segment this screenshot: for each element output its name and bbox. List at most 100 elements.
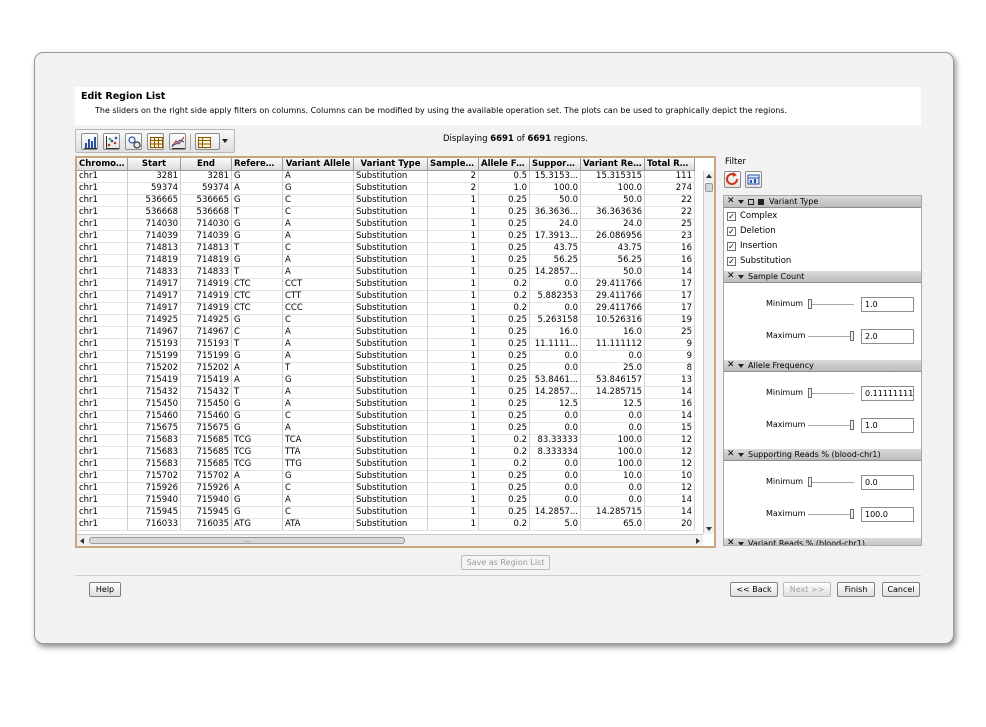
help-button[interactable]: Help	[89, 582, 121, 597]
sample-count-max-input[interactable]: 2.0	[861, 329, 914, 344]
supporting-reads-min-input[interactable]: 0.0	[861, 475, 914, 490]
table-row[interactable]: chr1 714917 714919 CTC CCC Substitution 1 0.2 0.…	[77, 303, 703, 315]
column-header[interactable]: Start	[128, 158, 181, 171]
scroll-down-icon[interactable]	[706, 527, 712, 531]
scroll-right-icon[interactable]	[696, 538, 700, 544]
variant-type-section-header[interactable]: ✕ Variant Type	[724, 196, 921, 208]
chevron-down-icon[interactable]	[222, 139, 228, 143]
horizontal-scroll-thumb[interactable]: ...	[89, 537, 405, 544]
table-row[interactable]: chr1 536665 536665 G C Substitution 1 0.25 50.0 5…	[77, 195, 703, 207]
checkbox-icon[interactable]: ✓	[727, 242, 736, 251]
checkbox-icon[interactable]: ✓	[727, 227, 736, 236]
column-header[interactable]: Reference	[232, 158, 283, 171]
column-header[interactable]: Chromos...	[77, 158, 128, 171]
column-header[interactable]: Total Re...	[645, 158, 695, 171]
sample-count-max-slider[interactable]	[850, 331, 854, 341]
allele-frequency-section-header[interactable]: ✕ Allele Frequency	[724, 360, 921, 372]
bar-chart-icon[interactable]	[81, 133, 98, 150]
sample-count-min-slider[interactable]	[808, 299, 812, 309]
column-header[interactable]: Variant Type	[354, 158, 428, 171]
vertical-scrollbar[interactable]	[703, 171, 714, 534]
finish-button[interactable]: Finish	[837, 582, 875, 597]
table-cell: Substitution	[354, 339, 428, 351]
column-header[interactable]: Variant Allele	[283, 158, 354, 171]
table-row[interactable]: chr1 714833 714833 T A Substitution 1 0.25 14.28…	[77, 267, 703, 279]
table-row[interactable]: chr1 536668 536668 T C Substitution 1 0.25 36.36…	[77, 207, 703, 219]
allele-frequency-max-slider[interactable]	[850, 420, 854, 430]
table-row[interactable]: chr1 714030 714030 G A Substitution 1 0.25 24.0 2…	[77, 219, 703, 231]
table-row[interactable]: chr1 714967 714967 C A Substitution 1 0.25 16.0 1…	[77, 327, 703, 339]
save-as-region-list-button[interactable]: Save as Region List	[461, 555, 550, 570]
chevron-down-icon[interactable]	[738, 275, 744, 279]
supporting-reads-min-slider[interactable]	[808, 477, 812, 487]
table-row[interactable]: chr1 715450 715450 G A Substitution 1 0.25 12.5 1…	[77, 399, 703, 411]
allele-frequency-min-input[interactable]: 0.11111111	[861, 386, 914, 401]
chevron-down-icon[interactable]	[738, 542, 744, 545]
checkbox-icon[interactable]: ✓	[727, 257, 736, 266]
close-icon[interactable]: ✕	[727, 360, 735, 371]
supporting-reads-max-slider[interactable]	[850, 509, 854, 519]
profile-plot-icon[interactable]	[169, 133, 186, 150]
select-all-icon[interactable]	[758, 199, 764, 205]
checkbox-icon[interactable]: ✓	[727, 212, 736, 221]
table-row[interactable]: chr1 714917 714919 CTC CTT Substitution 1 0.2 5.…	[77, 291, 703, 303]
table-row[interactable]: chr1 715193 715193 T A Substitution 1 0.25 11.11…	[77, 339, 703, 351]
sample-count-min-input[interactable]: 1.0	[861, 297, 914, 312]
table-row[interactable]: chr1 715419 715419 A G Substitution 1 0.25 53.84…	[77, 375, 703, 387]
table-row[interactable]: chr1 714813 714813 T C Substitution 1 0.25 43.75…	[77, 243, 703, 255]
supporting-reads-max-input[interactable]: 100.0	[861, 507, 914, 522]
filter-settings-icon[interactable]	[745, 171, 762, 188]
close-icon[interactable]: ✕	[727, 271, 735, 282]
table-icon[interactable]	[147, 133, 164, 150]
column-header[interactable]: Sample ...	[428, 158, 479, 171]
chevron-down-icon[interactable]	[738, 364, 744, 368]
table-row[interactable]: chr1 714917 714919 CTC CCT Substitution 1 0.2 0.…	[77, 279, 703, 291]
scroll-up-icon[interactable]	[706, 174, 712, 178]
close-icon[interactable]: ✕	[727, 196, 735, 207]
table-row[interactable]: chr1 715945 715945 G C Substitution 1 0.25 14.28…	[77, 507, 703, 519]
table-row[interactable]: chr1 715683 715685 TCG TCA Substitution 1 0.2 83…	[77, 435, 703, 447]
table-row[interactable]: chr1 715199 715199 G A Substitution 1 0.25 0.0 0.…	[77, 351, 703, 363]
close-icon[interactable]: ✕	[727, 449, 735, 460]
table-row[interactable]: chr1 3281 3281 G A Substitution 2 0.5 15.3153...…	[77, 171, 703, 183]
table-row[interactable]: chr1 714819 714819 G A Substitution 1 0.25 56.25…	[77, 255, 703, 267]
table-dropdown-icon[interactable]	[195, 133, 220, 150]
table-row[interactable]: chr1 714039 714039 G A Substitution 1 0.25 17.39…	[77, 231, 703, 243]
vertical-scroll-thumb[interactable]	[705, 183, 713, 192]
variant-reads-section-header[interactable]: ✕ Variant Reads % (blood-chr1)	[724, 538, 921, 545]
table-row[interactable]: chr1 715460 715460 G C Substitution 1 0.25 0.0 0.…	[77, 411, 703, 423]
scatter-plot-icon[interactable]	[103, 133, 120, 150]
close-icon[interactable]: ✕	[727, 538, 735, 545]
horizontal-scrollbar[interactable]: ...	[77, 534, 703, 546]
table-row[interactable]: chr1 714925 714925 G C Substitution 1 0.25 5.263…	[77, 315, 703, 327]
supporting-reads-section-header[interactable]: ✕ Supporting Reads % (blood-chr1)	[724, 449, 921, 461]
back-button[interactable]: << Back	[730, 582, 778, 597]
column-header[interactable]: Variant Rea...	[581, 158, 645, 171]
table-row[interactable]: chr1 715683 715685 TCG TTA Substitution 1 0.2 8.…	[77, 447, 703, 459]
sample-count-section-header[interactable]: ✕ Sample Count	[724, 271, 921, 283]
allele-frequency-max-input[interactable]: 1.0	[861, 418, 914, 433]
table-row[interactable]: chr1 715432 715432 T A Substitution 1 0.25 14.28…	[77, 387, 703, 399]
column-header[interactable]: Supporti...	[530, 158, 581, 171]
table-row[interactable]: chr1 716033 716035 ATG ATA Substitution 1 0.2 5.…	[77, 519, 703, 531]
table-row[interactable]: chr1 715675 715675 G A Substitution 1 0.25 0.0 0.…	[77, 423, 703, 435]
table-row[interactable]: chr1 715926 715926 A C Substitution 1 0.25 0.0 0.…	[77, 483, 703, 495]
refresh-icon[interactable]	[724, 171, 741, 188]
chevron-down-icon[interactable]	[738, 200, 744, 204]
column-header[interactable]: Allele Fr...	[479, 158, 530, 171]
cancel-button[interactable]: Cancel	[882, 582, 920, 597]
table-row[interactable]: chr1 59374 59374 A G Substitution 2 1.0 100.0 100…	[77, 183, 703, 195]
table-row[interactable]: chr1 715202 715202 A T Substitution 1 0.25 0.0 25…	[77, 363, 703, 375]
chevron-down-icon[interactable]	[738, 453, 744, 457]
table-row[interactable]: chr1 715683 715685 TCG TTG Substitution 1 0.2 0.…	[77, 459, 703, 471]
table-row[interactable]: chr1 715702 715702 A G Substitution 1 0.25 0.0 10…	[77, 471, 703, 483]
region-table[interactable]: Chromos... Start End Reference Variant Allel…	[75, 156, 716, 548]
column-operation-icon[interactable]	[125, 133, 142, 150]
allele-frequency-min-slider[interactable]	[808, 388, 812, 398]
select-none-icon[interactable]	[748, 199, 754, 205]
next-button[interactable]: Next >>	[783, 582, 831, 597]
filter-panel[interactable]: ✕ Variant Type ✓ Complex ✓ Deletion ✓ In…	[723, 195, 922, 546]
column-header[interactable]: End	[181, 158, 232, 171]
table-row[interactable]: chr1 715940 715940 G A Substitution 1 0.25 0.0 0.…	[77, 495, 703, 507]
scroll-left-icon[interactable]	[80, 538, 84, 544]
